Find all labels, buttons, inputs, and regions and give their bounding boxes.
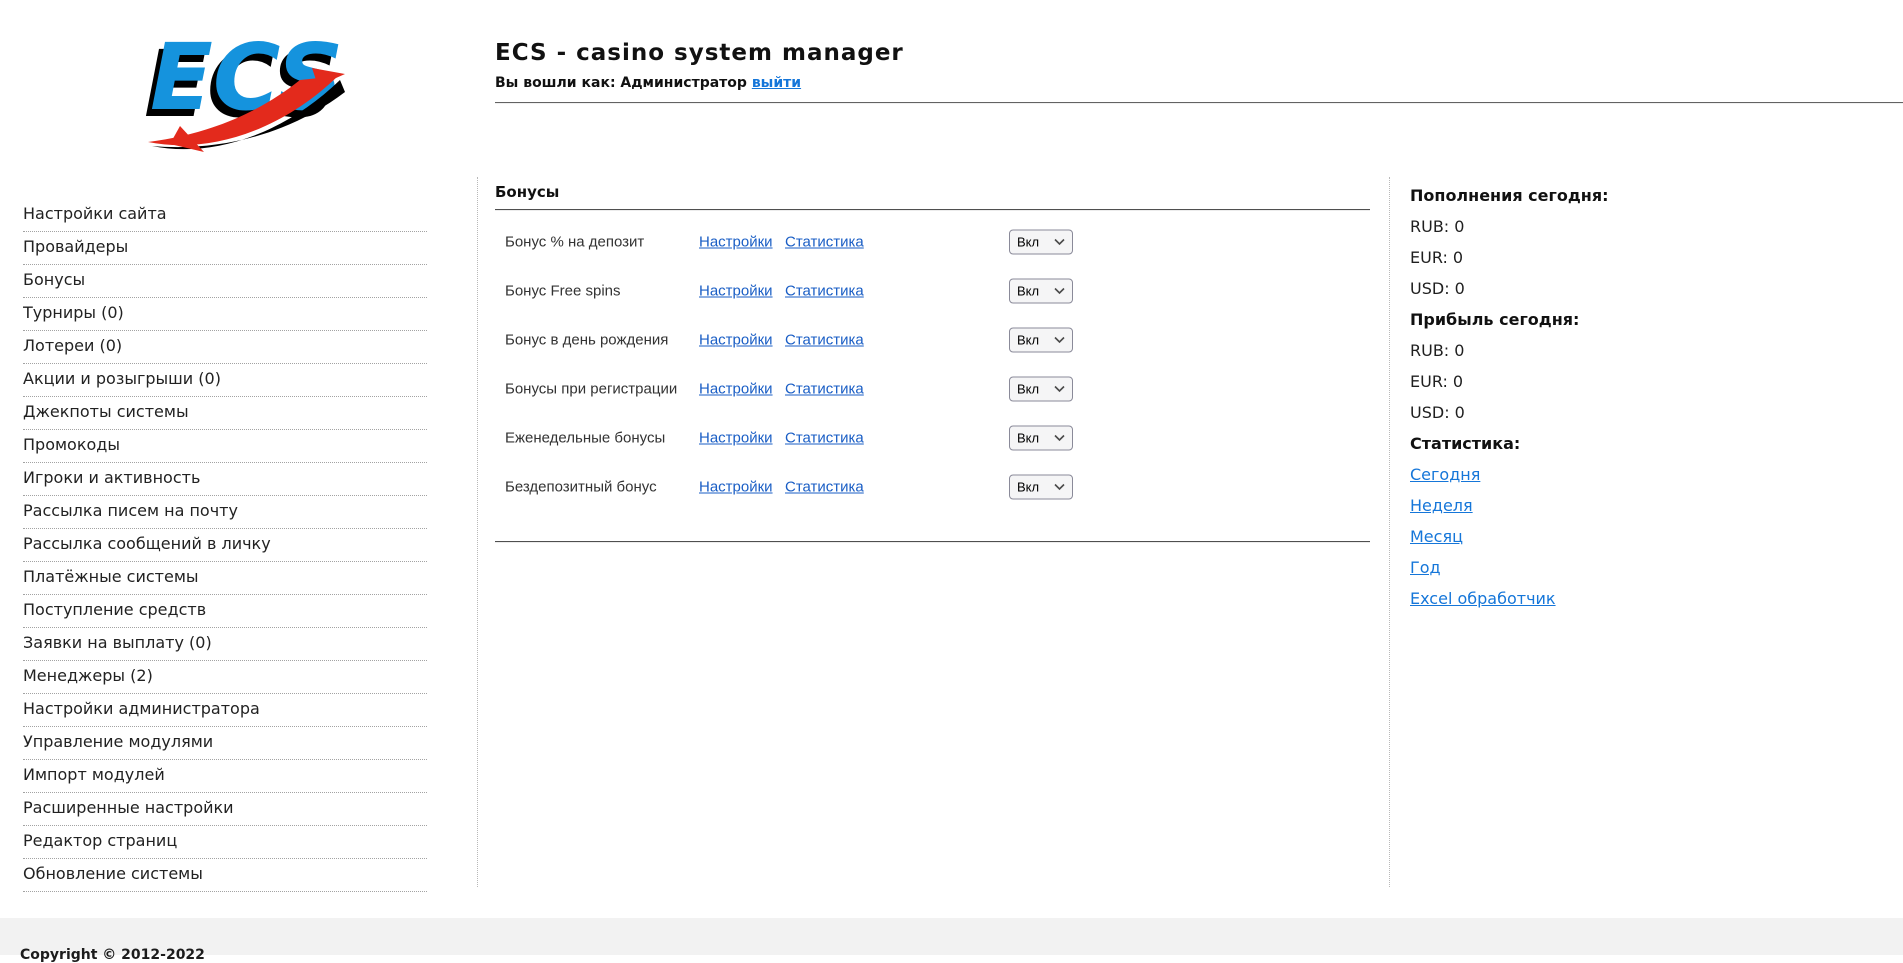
bonus-name: Бездепозитный бонус	[505, 478, 657, 495]
bonus-row-birthday: Бонус в день рождения Настройки Статисти…	[495, 315, 1370, 364]
sidebar: Настройки сайта Провайдеры Бонусы Турнир…	[23, 199, 427, 892]
bonus-row-weekly: Еженедельные бонусы Настройки Статистика…	[495, 413, 1370, 462]
bonus-name: Бонусы при регистрации	[505, 380, 677, 397]
deposits-today-title: Пополнения сегодня:	[1410, 180, 1710, 211]
sidebar-item-module-management[interactable]: Управление модулями	[23, 727, 427, 760]
deposits-rub: RUB: 0	[1410, 211, 1710, 242]
sidebar-item-system-update[interactable]: Обновление системы	[23, 859, 427, 892]
content-summary-divider	[1389, 177, 1390, 887]
settings-link[interactable]: Настройки	[699, 429, 773, 446]
settings-link[interactable]: Настройки	[699, 478, 773, 495]
bonus-name: Бонус % на депозит	[505, 233, 644, 250]
sidebar-item-site-settings[interactable]: Настройки сайта	[23, 199, 427, 232]
select-value: Вкл	[1017, 234, 1039, 249]
deposits-eur: EUR: 0	[1410, 242, 1710, 273]
stats-year-link[interactable]: Год	[1410, 558, 1441, 577]
profit-eur: EUR: 0	[1410, 366, 1710, 397]
sidebar-item-payment-systems[interactable]: Платёжные системы	[23, 562, 427, 595]
footer: Copyright © 2012-2022	[0, 918, 1903, 955]
statistics-link[interactable]: Статистика	[785, 331, 864, 348]
chevron-down-icon	[1054, 336, 1065, 343]
sidebar-item-providers[interactable]: Провайдеры	[23, 232, 427, 265]
bonus-toggle-select[interactable]: Вкл	[1009, 278, 1073, 303]
settings-link[interactable]: Настройки	[699, 233, 773, 250]
sidebar-item-incoming-funds[interactable]: Поступление средств	[23, 595, 427, 628]
bonuses-panel: Бонусы Бонус % на депозит Настройки Стат…	[495, 183, 1370, 543]
statistics-link[interactable]: Статистика	[785, 282, 864, 299]
stats-week-link[interactable]: Неделя	[1410, 496, 1473, 515]
login-status-text: Вы вошли как: Администратор	[495, 75, 747, 91]
profit-today-title: Прибыль сегодня:	[1410, 304, 1710, 335]
select-value: Вкл	[1017, 283, 1039, 298]
sidebar-item-module-import[interactable]: Импорт модулей	[23, 760, 427, 793]
sidebar-item-advanced-settings[interactable]: Расширенные настройки	[23, 793, 427, 826]
bonus-toggle-select[interactable]: Вкл	[1009, 376, 1073, 401]
bonus-row-registration: Бонусы при регистрации Настройки Статист…	[495, 364, 1370, 413]
bonus-name: Бонус в день рождения	[505, 331, 668, 348]
settings-link[interactable]: Настройки	[699, 380, 773, 397]
bonus-rows: Бонус % на депозит Настройки Статистика …	[495, 217, 1370, 511]
statistics-link[interactable]: Статистика	[785, 429, 864, 446]
sidebar-item-tournaments[interactable]: Турниры (0)	[23, 298, 427, 331]
sidebar-item-pm-mailing[interactable]: Рассылка сообщений в личку	[23, 529, 427, 562]
select-value: Вкл	[1017, 381, 1039, 396]
statistics-link[interactable]: Статистика	[785, 478, 864, 495]
stats-today-link[interactable]: Сегодня	[1410, 465, 1480, 484]
header-divider	[495, 102, 1903, 104]
sidebar-item-players[interactable]: Игроки и активность	[23, 463, 427, 496]
sidebar-item-page-editor[interactable]: Редактор страниц	[23, 826, 427, 859]
settings-link[interactable]: Настройки	[699, 282, 773, 299]
sidebar-content-divider	[477, 177, 478, 887]
bonus-name: Еженедельные бонусы	[505, 429, 665, 446]
chevron-down-icon	[1054, 287, 1065, 294]
deposits-usd: USD: 0	[1410, 273, 1710, 304]
chevron-down-icon	[1054, 483, 1065, 490]
section-title: Бонусы	[495, 183, 1370, 201]
page-title: ECS - casino system manager	[495, 40, 904, 66]
section-divider-top	[495, 209, 1370, 211]
settings-link[interactable]: Настройки	[699, 331, 773, 348]
bonus-name: Бонус Free spins	[505, 282, 621, 299]
summary-panel: Пополнения сегодня: RUB: 0 EUR: 0 USD: 0…	[1410, 180, 1710, 614]
profit-rub: RUB: 0	[1410, 335, 1710, 366]
bonus-toggle-select[interactable]: Вкл	[1009, 425, 1073, 450]
bonus-toggle-select[interactable]: Вкл	[1009, 474, 1073, 499]
ecs-logo: ECS ECS	[140, 16, 345, 154]
chevron-down-icon	[1054, 238, 1065, 245]
select-value: Вкл	[1017, 479, 1039, 494]
sidebar-item-bonuses[interactable]: Бонусы	[23, 265, 427, 298]
sidebar-item-payout-requests[interactable]: Заявки на выплату (0)	[23, 628, 427, 661]
stats-month-link[interactable]: Месяц	[1410, 527, 1463, 546]
chevron-down-icon	[1054, 434, 1065, 441]
copyright-text: Copyright © 2012-2022	[20, 947, 205, 963]
chevron-down-icon	[1054, 385, 1065, 392]
statistics-title: Статистика:	[1410, 428, 1710, 459]
select-value: Вкл	[1017, 430, 1039, 445]
bonus-toggle-select[interactable]: Вкл	[1009, 229, 1073, 254]
bonus-row-free-spins: Бонус Free spins Настройки Статистика Вк…	[495, 266, 1370, 315]
profit-usd: USD: 0	[1410, 397, 1710, 428]
sidebar-item-jackpots[interactable]: Джекпоты системы	[23, 397, 427, 430]
bonus-toggle-select[interactable]: Вкл	[1009, 327, 1073, 352]
section-divider-bottom	[495, 541, 1370, 543]
sidebar-item-lotteries[interactable]: Лотереи (0)	[23, 331, 427, 364]
statistics-link[interactable]: Статистика	[785, 233, 864, 250]
sidebar-item-admin-settings[interactable]: Настройки администратора	[23, 694, 427, 727]
statistics-link[interactable]: Статистика	[785, 380, 864, 397]
bonus-row-no-deposit: Бездепозитный бонус Настройки Статистика…	[495, 462, 1370, 511]
stats-excel-link[interactable]: Excel обработчик	[1410, 589, 1556, 608]
sidebar-item-managers[interactable]: Менеджеры (2)	[23, 661, 427, 694]
bonus-row-deposit-percent: Бонус % на депозит Настройки Статистика …	[495, 217, 1370, 266]
logout-link[interactable]: выйти	[752, 75, 801, 91]
select-value: Вкл	[1017, 332, 1039, 347]
sidebar-item-promocodes[interactable]: Промокоды	[23, 430, 427, 463]
sidebar-item-promotions[interactable]: Акции и розыгрыши (0)	[23, 364, 427, 397]
login-status: Вы вошли как: Администратор выйти	[495, 75, 904, 91]
sidebar-item-email-mailing[interactable]: Рассылка писем на почту	[23, 496, 427, 529]
